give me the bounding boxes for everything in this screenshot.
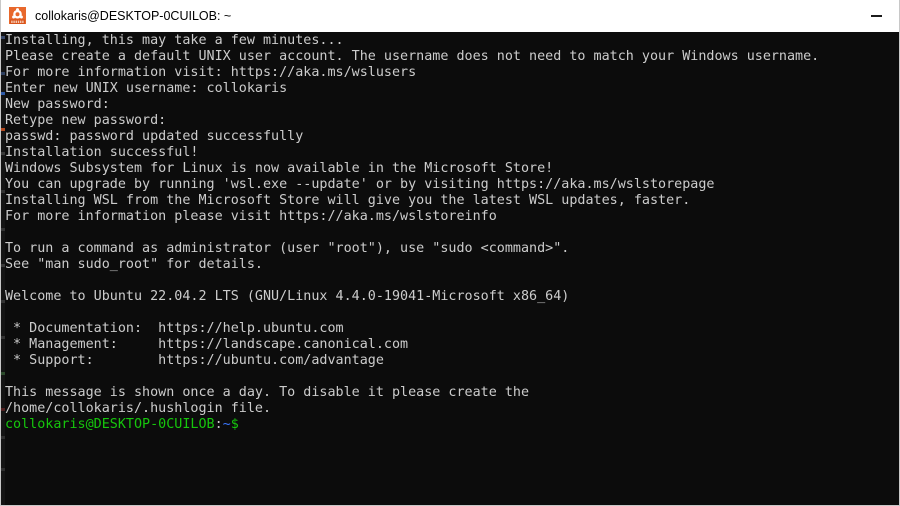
- terminal-line: For more information visit: https://aka.…: [5, 65, 899, 81]
- window-controls: [853, 0, 899, 31]
- terminal-line: * Documentation: https://help.ubuntu.com: [5, 321, 899, 337]
- terminal-text-segment: Welcome to Ubuntu 22.04.2 LTS (GNU/Linux…: [5, 289, 570, 304]
- terminal-window: collokaris@DESKTOP-0CUILOB: ~ Installing…: [0, 0, 900, 506]
- scroll-marker: [1, 228, 5, 231]
- terminal-text-segment: passwd: password updated successfully: [5, 129, 304, 144]
- terminal-body[interactable]: Installing, this may take a few minutes.…: [1, 32, 899, 505]
- terminal-text-segment: For more information visit: https://aka.…: [5, 65, 417, 80]
- terminal-line: collokaris@DESKTOP-0CUILOB:~$: [5, 417, 899, 433]
- scroll-marker: [1, 336, 5, 339]
- scroll-marker: [1, 36, 5, 39]
- terminal-text-segment: Retype new password:: [5, 113, 167, 128]
- terminal-line: See "man sudo_root" for details.: [5, 257, 899, 273]
- terminal-output[interactable]: Installing, this may take a few minutes.…: [1, 32, 899, 505]
- terminal-text-segment: See "man sudo_root" for details.: [5, 257, 263, 272]
- terminal-line: Installation successful!: [5, 145, 899, 161]
- terminal-text-segment: Installing, this may take a few minutes.…: [5, 33, 344, 48]
- scroll-marker: [1, 372, 5, 375]
- ubuntu-wsl-icon: [9, 7, 26, 24]
- title-bar-left: collokaris@DESKTOP-0CUILOB: ~: [1, 7, 231, 24]
- terminal-line: For more information please visit https:…: [5, 209, 899, 225]
- terminal-text-segment: You can upgrade by running 'wsl.exe --up…: [5, 177, 715, 192]
- scroll-marker: [1, 264, 5, 267]
- terminal-text-segment: New password:: [5, 97, 110, 112]
- terminal-line: Windows Subsystem for Linux is now avail…: [5, 161, 899, 177]
- window-title: collokaris@DESKTOP-0CUILOB: ~: [35, 8, 232, 23]
- terminal-text-segment: collokaris@DESKTOP-0CUILOB: [5, 417, 215, 432]
- terminal-text-segment: Please create a default UNIX user accoun…: [5, 49, 820, 64]
- terminal-line: * Support: https://ubuntu.com/advantage: [5, 353, 899, 369]
- terminal-line: * Management: https://landscape.canonica…: [5, 337, 899, 353]
- terminal-line: Enter new UNIX username: collokaris: [5, 81, 899, 97]
- terminal-line: Retype new password:: [5, 113, 899, 129]
- terminal-line: passwd: password updated successfully: [5, 129, 899, 145]
- terminal-line: /home/collokaris/.hushlogin file.: [5, 401, 899, 417]
- terminal-text-segment: This message is shown once a day. To dis…: [5, 385, 530, 400]
- terminal-text-segment: Windows Subsystem for Linux is now avail…: [5, 161, 554, 176]
- terminal-line: New password:: [5, 97, 899, 113]
- scroll-marker-strip[interactable]: [1, 32, 5, 505]
- title-bar[interactable]: collokaris@DESKTOP-0CUILOB: ~: [1, 0, 899, 32]
- terminal-text-segment: ~: [222, 417, 231, 432]
- scroll-marker: [1, 436, 5, 439]
- terminal-line: You can upgrade by running 'wsl.exe --up…: [5, 177, 899, 193]
- terminal-text-segment: * Management: https://landscape.canonica…: [5, 337, 409, 352]
- terminal-line: Installing WSL from the Microsoft Store …: [5, 193, 899, 209]
- scroll-marker: [1, 128, 5, 131]
- minimize-button[interactable]: [853, 0, 899, 31]
- terminal-text-segment: $: [230, 417, 239, 432]
- scroll-marker: [1, 190, 5, 193]
- terminal-text-segment: Installation successful!: [5, 145, 199, 160]
- terminal-line: Please create a default UNIX user accoun…: [5, 49, 899, 65]
- terminal-text-segment: Installing WSL from the Microsoft Store …: [5, 193, 691, 208]
- terminal-text-segment: /home/collokaris/.hushlogin file.: [5, 401, 272, 416]
- terminal-text-segment: * Support: https://ubuntu.com/advantage: [5, 353, 384, 368]
- scroll-marker: [1, 92, 5, 95]
- scroll-marker: [1, 152, 5, 155]
- minimize-icon: [870, 14, 882, 17]
- terminal-line: Installing, this may take a few minutes.…: [5, 33, 899, 49]
- terminal-line: This message is shown once a day. To dis…: [5, 385, 899, 401]
- scroll-marker: [1, 468, 5, 471]
- terminal-text-segment: :: [214, 417, 223, 432]
- scroll-marker: [1, 72, 5, 75]
- terminal-text-segment: To run a command as administrator (user …: [5, 241, 570, 256]
- terminal-text-segment: * Documentation: https://help.ubuntu.com: [5, 321, 344, 336]
- scroll-marker: [1, 408, 5, 411]
- terminal-text-segment: Enter new UNIX username: collokaris: [5, 81, 288, 96]
- terminal-line: To run a command as administrator (user …: [5, 241, 899, 257]
- terminal-text-segment: For more information please visit https:…: [5, 209, 497, 224]
- terminal-line: Welcome to Ubuntu 22.04.2 LTS (GNU/Linux…: [5, 289, 899, 305]
- scroll-marker: [1, 300, 5, 303]
